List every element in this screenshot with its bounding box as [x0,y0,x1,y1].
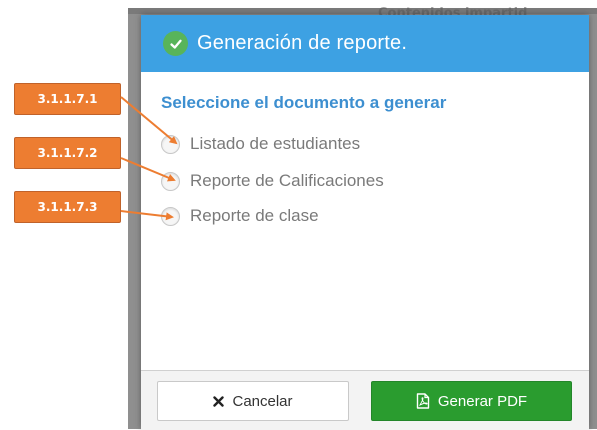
radio-button[interactable] [161,206,180,226]
option-label: Reporte de Calificaciones [190,171,384,190]
radio-button[interactable] [161,171,180,191]
cancel-label: Cancelar [232,392,293,410]
callout-label: 3.1.1.7.2 [14,137,121,169]
option-reporte-clase[interactable]: Reporte de clase [161,206,319,226]
generate-pdf-button[interactable]: Generar PDF [371,381,572,421]
generate-pdf-label: Generar PDF [437,392,528,410]
section-title: Seleccione el documento a generar [161,93,447,112]
pdf-file-icon [416,393,430,409]
callout-label: 3.1.1.7.3 [14,191,121,223]
modal-header: Generación de reporte. [141,15,589,72]
close-icon [213,395,225,407]
modal-body: Seleccione el documento a generar Listad… [141,72,589,370]
option-label: Reporte de clase [190,206,319,225]
modal-footer: Cancelar Generar PDF [141,370,589,430]
radio-button[interactable] [161,134,180,154]
check-circle-icon [163,31,188,56]
cancel-button[interactable]: Cancelar [157,381,349,421]
option-reporte-calificaciones[interactable]: Reporte de Calificaciones [161,171,384,191]
report-modal: Generación de reporte. Seleccione el doc… [141,15,589,430]
option-label: Listado de estudiantes [190,134,361,153]
modal-title: Generación de reporte. [197,32,408,54]
callout-label: 3.1.1.7.1 [14,83,121,115]
option-listado-estudiantes[interactable]: Listado de estudiantes [161,134,360,154]
